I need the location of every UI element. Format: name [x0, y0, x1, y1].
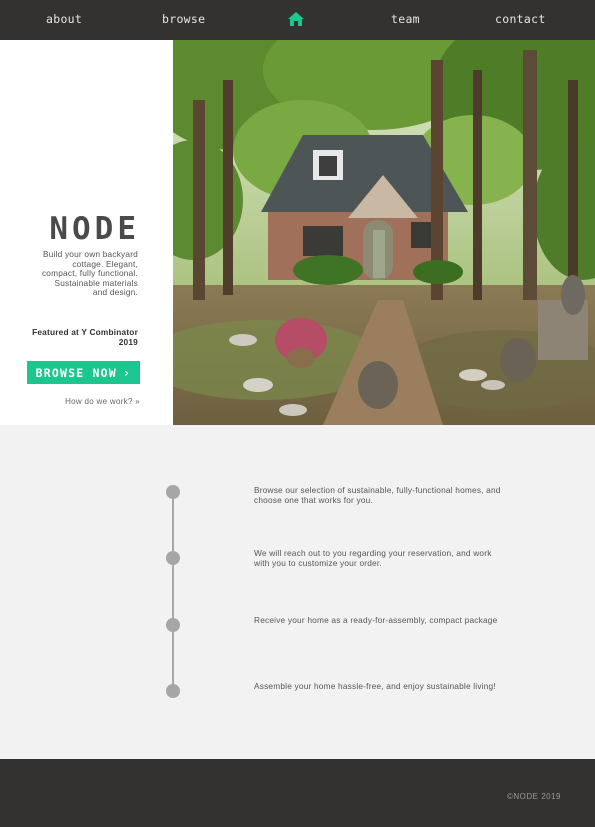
cottage-in-woods-photo — [173, 40, 595, 425]
how-do-we-work-link[interactable]: How do we work? » — [65, 397, 140, 406]
step-4-text: Assemble your home hassle-free, and enjo… — [254, 681, 496, 691]
home-icon[interactable] — [288, 12, 304, 26]
top-nav: about browse team contact — [0, 0, 595, 40]
step-2-text: We will reach out to you regarding your … — [254, 548, 492, 568]
step-1-text: Browse our selection of sustainable, ful… — [254, 485, 501, 505]
step-3-text: Receive your home as a ready-for-assembl… — [254, 615, 498, 625]
how-link-label: How do we work? — [65, 397, 133, 406]
browse-now-button[interactable]: BROWSE NOW › — [27, 361, 140, 384]
featured-note: Featured at Y Combinator 2019 — [32, 327, 138, 347]
brand-title: NODE — [49, 211, 140, 247]
footer: ©NODE 2019 — [0, 759, 595, 827]
timeline-dot — [166, 684, 180, 698]
nav-team-link[interactable]: team — [391, 12, 420, 26]
nav-browse-link[interactable]: browse — [162, 12, 205, 26]
how-it-works-section: Browse our selection of sustainable, ful… — [0, 425, 595, 759]
hero-tagline: Build your own backyard cottage. Elegant… — [41, 249, 138, 297]
browse-now-label: BROWSE NOW — [35, 365, 117, 380]
nav-contact-link[interactable]: contact — [495, 12, 546, 26]
hero-intro: NODE Build your own backyard cottage. El… — [0, 40, 173, 425]
copyright-text: ©NODE 2019 — [506, 792, 561, 801]
double-chevron-down-icon: » — [135, 397, 140, 406]
chevron-right-icon: › — [122, 365, 132, 380]
timeline-line — [172, 492, 174, 692]
timeline-dot — [166, 551, 180, 565]
nav-about-link[interactable]: about — [46, 12, 82, 26]
timeline-dot — [166, 618, 180, 632]
timeline-dot — [166, 485, 180, 499]
